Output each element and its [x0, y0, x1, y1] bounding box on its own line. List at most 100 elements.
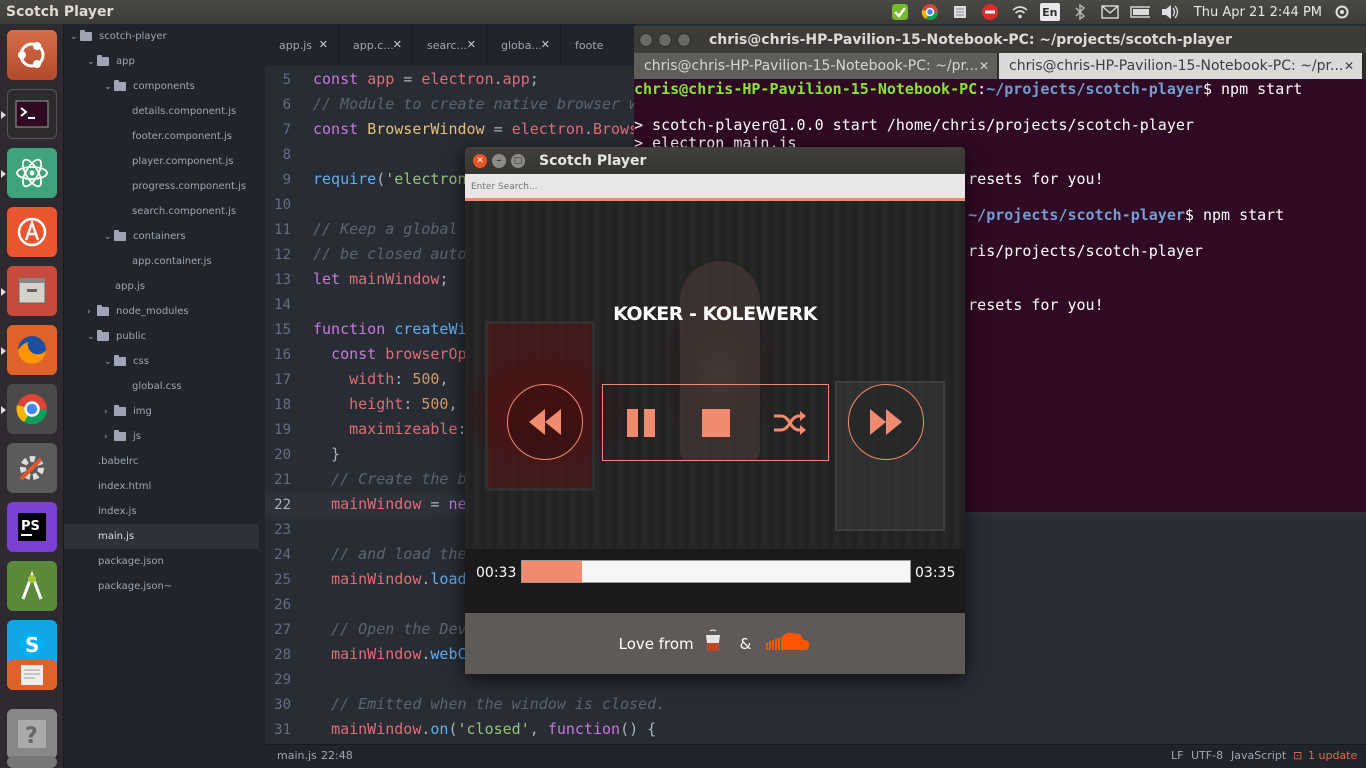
shuffle-button[interactable] [772, 405, 808, 441]
editor-tab[interactable]: globa... ✕ [487, 24, 561, 66]
ubuntu-dash-icon[interactable] [7, 30, 57, 80]
tree-folder[interactable]: ⌄ css [64, 349, 259, 374]
close-tab-icon[interactable]: ✕ [979, 59, 989, 73]
close-icon[interactable]: ✕ [473, 153, 487, 168]
progress-bar[interactable] [521, 560, 911, 583]
tree-file[interactable]: package.json~ [64, 574, 259, 599]
status-grammar[interactable]: JavaScript [1231, 749, 1286, 762]
close-tab-icon[interactable]: ✕ [393, 38, 402, 51]
code-text: // Keep a global [313, 220, 458, 238]
code-line[interactable]: 30 // Emitted when the window is closed. [265, 692, 1366, 717]
terminal-icon[interactable] [7, 89, 57, 139]
terminal-tab[interactable]: chris@chris-HP-Pavilion-15-Notebook-PC: … [634, 53, 997, 79]
editor-tab[interactable]: foote [561, 24, 635, 66]
help-icon[interactable]: ? [7, 709, 57, 759]
terminal-tab[interactable]: chris@chris-HP-Pavilion-15-Notebook-PC: … [999, 53, 1362, 79]
line-number: 14 [274, 297, 291, 313]
bluetooth-icon[interactable] [1070, 3, 1090, 21]
chevron-right-icon[interactable]: › [87, 307, 97, 317]
editor-tab[interactable]: app.c... ✕ [339, 24, 413, 66]
scotch-glass-icon[interactable] [704, 629, 722, 659]
chevron-down-icon[interactable]: ⌄ [87, 332, 97, 342]
status-line-ending[interactable]: LF [1171, 749, 1183, 762]
battery-icon[interactable] [1130, 3, 1150, 21]
system-settings-icon[interactable] [7, 443, 57, 493]
minimize-icon[interactable]: – [492, 153, 506, 168]
close-icon[interactable] [639, 32, 653, 47]
tree-folder[interactable]: › node_modules [64, 299, 259, 324]
wifi-icon[interactable] [1010, 3, 1030, 21]
firefox-icon[interactable] [7, 325, 57, 375]
trash-icon[interactable] [7, 756, 57, 768]
power-gear-icon[interactable] [1332, 3, 1352, 21]
shredder-icon[interactable] [950, 3, 970, 21]
tree-file[interactable]: index.js [64, 499, 259, 524]
maximize-icon[interactable]: □ [511, 153, 525, 168]
tree-file[interactable]: footer.component.js [64, 124, 259, 149]
stop-button[interactable] [698, 405, 734, 441]
keyboard-layout-indicator[interactable]: En [1039, 3, 1060, 21]
pause-button[interactable] [623, 405, 659, 441]
text-editor-icon[interactable] [7, 660, 57, 690]
phpstorm-icon[interactable]: PS [7, 502, 57, 552]
chevron-down-icon[interactable]: ⌄ [104, 232, 114, 242]
fast-forward-button[interactable] [848, 384, 924, 460]
files-icon[interactable] [7, 266, 57, 316]
tree-folder[interactable]: ⌄ public [64, 324, 259, 349]
close-tab-icon[interactable]: ✕ [319, 38, 328, 51]
tree-file[interactable]: player.component.js [64, 149, 259, 174]
soundcloud-icon[interactable] [763, 628, 811, 660]
tree-folder[interactable]: › js [64, 424, 259, 449]
chevron-down-icon[interactable]: ⌄ [70, 32, 80, 42]
tree-file[interactable]: app.container.js [64, 249, 259, 274]
tree-folder[interactable]: ⌄ scotch-player [64, 24, 259, 49]
chevron-down-icon[interactable]: ⌄ [104, 357, 114, 367]
tree-file[interactable]: search.component.js [64, 199, 259, 224]
tree-folder[interactable]: › img [64, 399, 259, 424]
tree-file[interactable]: package.json [64, 549, 259, 574]
line-number: 5 [282, 72, 291, 88]
volume-icon[interactable] [1160, 3, 1180, 21]
line-number: 23 [274, 522, 291, 538]
rewind-button[interactable] [507, 384, 583, 460]
status-update-icon[interactable]: ⊡ [1293, 749, 1302, 762]
launcher: PS S ? [0, 24, 64, 768]
tree-file[interactable]: global.css [64, 374, 259, 399]
line-number: 12 [274, 247, 291, 263]
editor-tab[interactable]: searc... ✕ [413, 24, 487, 66]
check-icon[interactable] [890, 3, 910, 21]
chrome-icon[interactable] [920, 3, 940, 21]
tree-folder[interactable]: ⌄ containers [64, 224, 259, 249]
editor-tab[interactable]: app.js ✕ [265, 24, 339, 66]
minimize-icon[interactable] [658, 32, 672, 47]
clock[interactable]: Thu Apr 21 2:44 PM [1194, 5, 1322, 20]
do-not-disturb-icon[interactable] [980, 3, 1000, 21]
android-studio-icon[interactable] [7, 561, 57, 611]
tree-folder[interactable]: ⌄ components [64, 74, 259, 99]
tree-folder[interactable]: ⌄ app [64, 49, 259, 74]
mail-icon[interactable] [1100, 3, 1120, 21]
chevron-right-icon[interactable]: › [104, 432, 114, 442]
status-file-name[interactable]: main.js [277, 749, 317, 762]
tree-file[interactable]: progress.component.js [64, 174, 259, 199]
tree-file[interactable]: main.js [64, 524, 259, 549]
status-encoding[interactable]: UTF-8 [1191, 749, 1223, 762]
chevron-right-icon[interactable]: › [104, 407, 114, 417]
close-tab-icon[interactable]: ✕ [467, 38, 476, 51]
tree-file[interactable]: .babelrc [64, 449, 259, 474]
tree-file[interactable]: details.component.js [64, 99, 259, 124]
tree-file[interactable]: index.html [64, 474, 259, 499]
software-center-icon[interactable] [7, 207, 57, 257]
chevron-down-icon[interactable]: ⌄ [104, 82, 114, 92]
code-line[interactable]: 31 mainWindow.on('closed', function() { [265, 717, 1366, 742]
atom-editor-icon[interactable] [7, 148, 57, 198]
status-updates[interactable]: 1 update [1308, 749, 1357, 762]
chrome-launcher-icon[interactable] [7, 384, 57, 434]
close-tab-icon[interactable]: ✕ [541, 38, 550, 51]
close-tab-icon[interactable]: ✕ [1344, 59, 1354, 73]
maximize-icon[interactable] [677, 32, 691, 47]
tree-file[interactable]: app.js [64, 274, 259, 299]
status-cursor-position[interactable]: 22:48 [321, 749, 353, 762]
chevron-down-icon[interactable]: ⌄ [87, 57, 97, 67]
search-input[interactable] [465, 175, 965, 199]
